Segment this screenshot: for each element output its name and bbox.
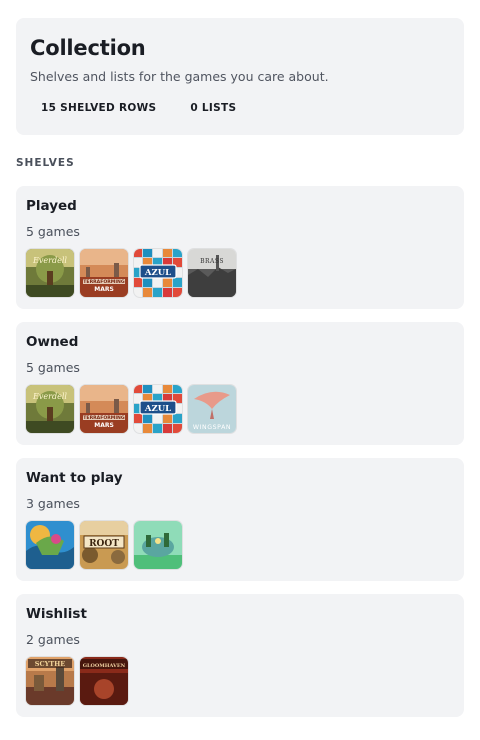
everdell-cover[interactable]: Everdell xyxy=(26,249,74,297)
shelved-rows-stat: 15 SHELVED ROWS xyxy=(41,102,157,114)
svg-text:Everdell: Everdell xyxy=(32,256,67,265)
lists-stat: 0 LISTS xyxy=(190,102,237,114)
shelf-covers: Everdell TERRAFORMING MARS AZUL BRASS xyxy=(26,249,454,297)
svg-text:ROOT: ROOT xyxy=(89,539,119,549)
svg-text:TERRAFORMING: TERRAFORMING xyxy=(83,279,125,285)
shelf-covers: ROOT xyxy=(26,521,454,569)
svg-text:AZUL: AZUL xyxy=(144,404,171,414)
shelf-name: Want to play xyxy=(26,470,123,486)
scythe-cover[interactable]: SCYTHE xyxy=(26,657,74,705)
shelf-card-want-to-play[interactable]: Want to play 3 games ROOT xyxy=(16,458,464,581)
shelf-card-played[interactable]: Played 5 games Everdell TERRAFORMING MARS xyxy=(16,186,464,309)
shelf-name: Wishlist xyxy=(26,606,87,622)
shelf-count: 3 games xyxy=(26,496,80,511)
terraforming-mars-cover[interactable]: TERRAFORMING MARS xyxy=(80,385,128,433)
svg-text:GLOOMHAVEN: GLOOMHAVEN xyxy=(83,663,126,669)
page-title: Collection xyxy=(30,36,146,60)
shelf-covers: SCYTHE GLOOMHAVEN xyxy=(26,657,454,705)
svg-text:MARS: MARS xyxy=(94,286,114,293)
svg-text:AZUL: AZUL xyxy=(144,268,171,278)
shelf-name: Owned xyxy=(26,334,79,350)
terraforming-mars-cover[interactable]: TERRAFORMING MARS xyxy=(80,249,128,297)
root-cover[interactable]: ROOT xyxy=(80,521,128,569)
spirit-island-cover[interactable] xyxy=(26,521,74,569)
svg-text:Everdell: Everdell xyxy=(32,392,67,401)
cascadia-cover[interactable] xyxy=(134,521,182,569)
shelf-covers: Everdell TERRAFORMING MARS AZUL WINGSPAN xyxy=(26,385,454,433)
azul-cover[interactable]: AZUL xyxy=(134,385,182,433)
collection-header: Collection Shelves and lists for the gam… xyxy=(16,18,464,135)
svg-text:TERRAFORMING: TERRAFORMING xyxy=(83,415,125,421)
shelf-card-owned[interactable]: Owned 5 games Everdell TERRAFORMING MARS xyxy=(16,322,464,445)
gloomhaven-cover[interactable]: GLOOMHAVEN xyxy=(80,657,128,705)
svg-text:BRASS: BRASS xyxy=(200,258,224,265)
shelf-card-wishlist[interactable]: Wishlist 2 games SCYTHE GLOOMHAVEN xyxy=(16,594,464,717)
shelf-name: Played xyxy=(26,198,77,214)
shelves-section-label: SHELVES xyxy=(16,157,75,169)
svg-text:MARS: MARS xyxy=(94,422,114,429)
azul-cover[interactable]: AZUL xyxy=(134,249,182,297)
svg-text:WINGSPAN: WINGSPAN xyxy=(193,424,231,431)
page-subtitle: Shelves and lists for the games you care… xyxy=(30,69,329,84)
shelf-count: 5 games xyxy=(26,360,80,375)
collection-stats: 15 SHELVED ROWS 0 LISTS xyxy=(30,102,450,114)
shelf-count: 2 games xyxy=(26,632,80,647)
everdell-cover[interactable]: Everdell xyxy=(26,385,74,433)
shelf-count: 5 games xyxy=(26,224,80,239)
brass-cover[interactable]: BRASS xyxy=(188,249,236,297)
svg-text:SCYTHE: SCYTHE xyxy=(35,660,65,668)
wingspan-cover[interactable]: WINGSPAN xyxy=(188,385,236,433)
